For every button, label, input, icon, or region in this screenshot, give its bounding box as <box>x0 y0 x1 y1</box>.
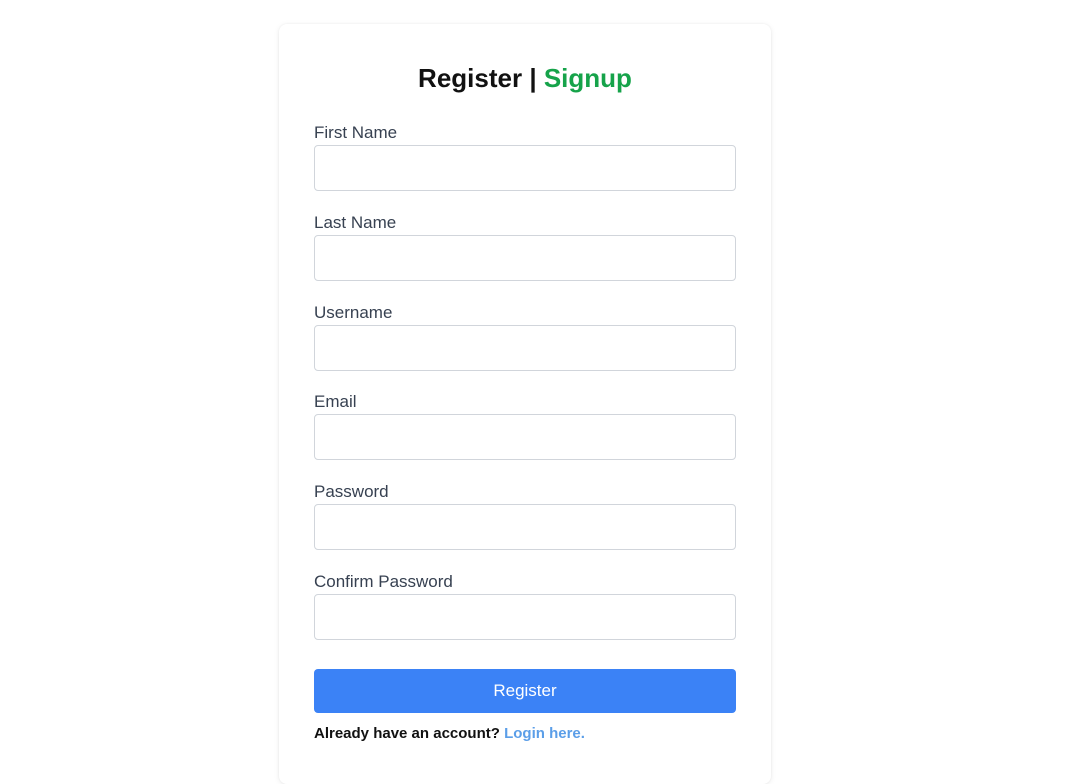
password-field: Password <box>314 482 736 550</box>
login-prompt: Already have an account? Login here. <box>314 725 585 743</box>
page-title: Register | Signup <box>279 62 771 94</box>
confirm-password-field: Confirm Password <box>314 572 736 640</box>
password-input[interactable] <box>314 504 736 550</box>
last-name-field: Last Name <box>314 213 736 281</box>
username-label: Username <box>314 303 393 322</box>
register-button[interactable]: Register <box>314 669 736 713</box>
confirm-password-label: Confirm Password <box>314 572 453 591</box>
register-card: Register | Signup First Name Last Name U… <box>279 24 771 784</box>
username-input[interactable] <box>314 325 736 371</box>
first-name-field: First Name <box>314 123 736 191</box>
last-name-input[interactable] <box>314 235 736 281</box>
last-name-label: Last Name <box>314 213 397 232</box>
title-separator: | <box>529 63 537 93</box>
email-label: Email <box>314 392 357 411</box>
title-main: Register <box>418 63 523 93</box>
confirm-password-input[interactable] <box>314 594 736 640</box>
email-field: Email <box>314 392 736 460</box>
first-name-label: First Name <box>314 123 398 142</box>
login-link[interactable]: Login here. <box>504 725 585 742</box>
username-field: Username <box>314 303 736 371</box>
password-label: Password <box>314 482 389 501</box>
login-prompt-text: Already have an account? <box>314 725 500 742</box>
title-accent: Signup <box>543 63 632 93</box>
first-name-input[interactable] <box>314 145 736 191</box>
email-input[interactable] <box>314 414 736 460</box>
